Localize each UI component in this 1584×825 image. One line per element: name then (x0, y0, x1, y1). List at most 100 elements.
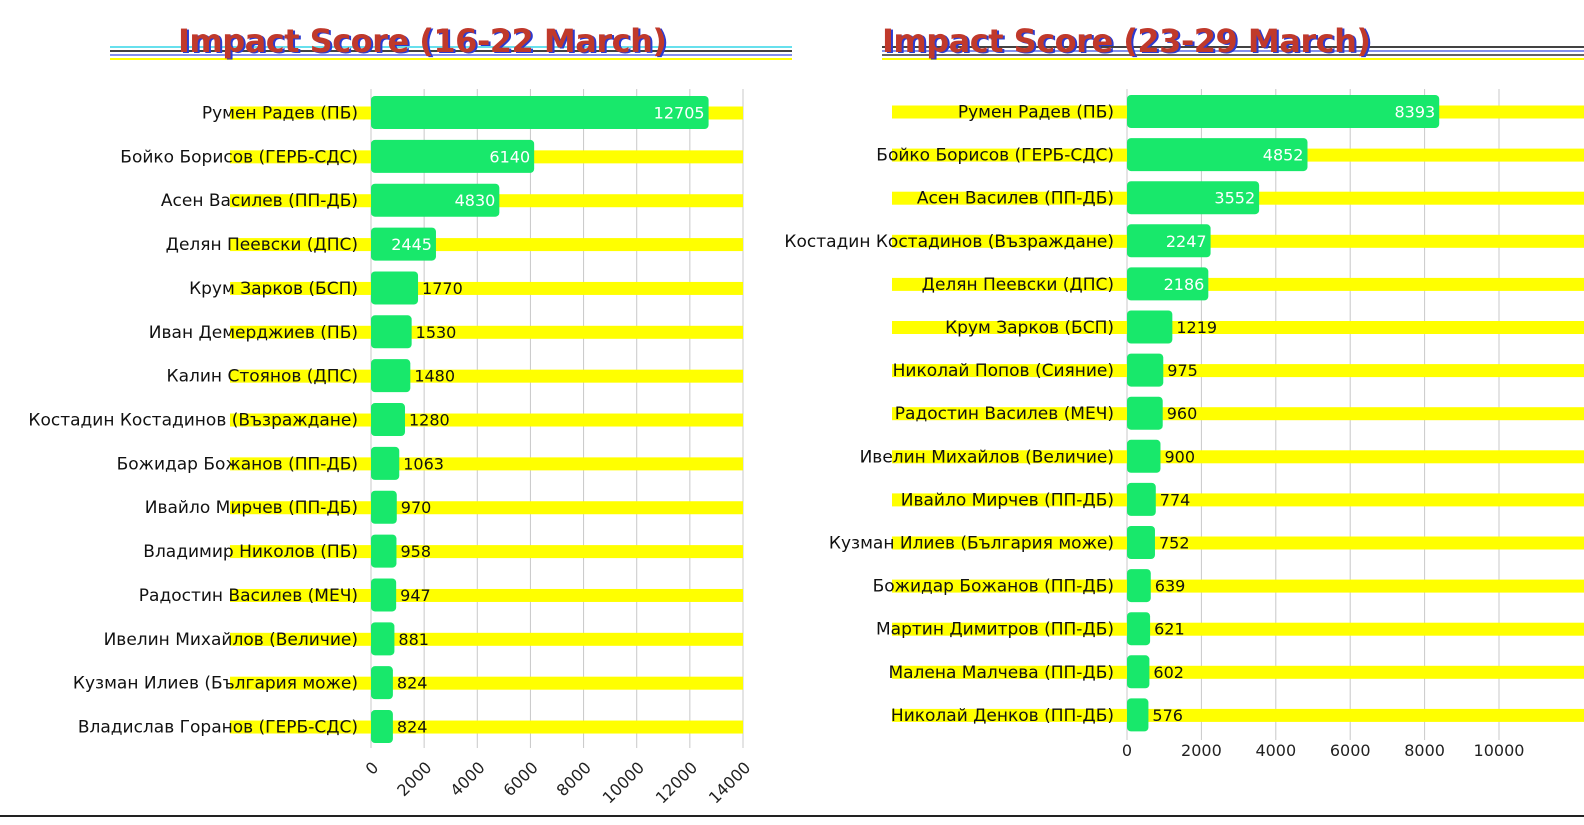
data-label: 774 (1160, 490, 1191, 509)
bar (371, 315, 412, 349)
data-label: 900 (1164, 447, 1195, 466)
category-label: Делян Пеевски (ДПС) (166, 235, 358, 255)
data-label: 958 (400, 542, 431, 561)
data-label: 621 (1154, 620, 1185, 639)
x-tick-label: 14000 (705, 758, 754, 807)
category-label: Божидар Божанов (ПП-ДБ) (117, 454, 358, 474)
data-label: 4830 (455, 191, 496, 210)
bar (1127, 353, 1164, 387)
bar (371, 271, 419, 305)
category-label: Делян Пеевски (ДПС) (922, 275, 1114, 295)
data-label: 8393 (1395, 103, 1436, 122)
x-tick-label: 6000 (500, 758, 542, 800)
category-label: Бойко Борисов (ГЕРБ-СДС) (876, 146, 1114, 166)
data-label: 602 (1153, 663, 1184, 682)
category-label: Крум Зарков (БСП) (189, 279, 358, 299)
bar (1127, 655, 1150, 689)
category-label: Ивелин Михайлов (Величие) (104, 630, 358, 650)
x-tick-label: 10000 (1474, 741, 1525, 760)
data-label: 12705 (654, 104, 705, 123)
data-label: 2186 (1164, 275, 1205, 294)
category-label: Асен Василев (ПП-ДБ) (917, 189, 1114, 209)
category-label: Костадин Костадинов (Възраждане) (784, 232, 1114, 252)
category-label: Мартин Димитров (ПП-ДБ) (876, 620, 1114, 640)
data-label: 576 (1152, 706, 1183, 725)
x-tick-label: 4000 (1255, 741, 1296, 760)
category-label: Кузман Илиев (България може) (73, 674, 358, 694)
bar (1127, 310, 1173, 344)
data-label: 1280 (409, 411, 450, 430)
x-tick-label: 0 (1122, 741, 1132, 760)
bar (1127, 396, 1163, 430)
bar (371, 622, 395, 656)
x-tick-label: 6000 (1330, 741, 1371, 760)
data-label: 752 (1159, 534, 1190, 553)
data-label: 1219 (1176, 318, 1217, 337)
data-label: 1063 (403, 454, 444, 473)
x-tick-label: 0 (362, 758, 383, 779)
category-label: Крум Зарков (БСП) (945, 318, 1114, 338)
bar (371, 446, 400, 480)
category-label: Костадин Костадинов (Възраждане) (28, 411, 358, 431)
chart-panel-week-1: Impact Score (16-22 March) Румен Радев (… (0, 0, 792, 825)
x-tick-label: 12000 (652, 758, 701, 807)
data-label: 2445 (391, 235, 432, 254)
data-label: 975 (1167, 361, 1198, 380)
bar (371, 403, 406, 437)
data-label: 639 (1155, 577, 1186, 596)
category-label: Николай Попов (Сияние) (893, 361, 1114, 381)
category-label: Асен Василев (ПП-ДБ) (161, 191, 358, 211)
category-label: Владимир Николов (ПБ) (143, 542, 358, 562)
bar (1127, 526, 1155, 559)
bar (371, 534, 397, 568)
data-label: 824 (397, 674, 428, 693)
x-tick-label: 8000 (1404, 741, 1445, 760)
bar (1127, 95, 1440, 128)
category-label: Владислав Горанов (ГЕРБ-СДС) (78, 718, 358, 738)
category-label: Николай Денков (ПП-ДБ) (891, 706, 1114, 726)
bar-chart-week-1: Румен Радев (ПБ) 12705 Бойко Борисов (ГЕРБ… (28, 89, 754, 807)
x-tick-label: 8000 (553, 758, 595, 800)
bar (1127, 698, 1149, 732)
data-label: 1480 (414, 367, 455, 386)
x-tick-label: 2000 (1181, 741, 1222, 760)
data-label: 881 (398, 630, 429, 649)
category-label: Ивайло Мирчев (ПП-ДБ) (145, 498, 358, 518)
chart-panel-week-2: Impact Score (23-29 March) Румен Радев (… (784, 0, 1584, 825)
category-label: Ивелин Михайлов (Величие) (860, 447, 1114, 467)
data-label: 4852 (1263, 146, 1304, 165)
category-label: Радостин Василев (МЕЧ) (139, 586, 358, 606)
data-label: 3552 (1214, 189, 1255, 208)
data-label: 6140 (489, 147, 530, 166)
x-tick-label: 2000 (393, 758, 435, 800)
data-label: 947 (400, 586, 431, 605)
category-label: Малена Малчева (ПП-ДБ) (888, 663, 1114, 683)
bar (371, 710, 393, 744)
x-tick-label: 10000 (599, 758, 648, 807)
category-label: Бойко Борисов (ГЕРБ-СДС) (120, 147, 358, 167)
category-label: Иван Демерджиев (ПБ) (149, 323, 358, 343)
category-label: Калин Стоянов (ДПС) (167, 367, 358, 387)
category-label: Румен Радев (ПБ) (958, 103, 1114, 123)
bar (371, 490, 397, 524)
bar (371, 666, 393, 700)
x-tick-label: 4000 (446, 758, 488, 800)
bar-chart-week-2: Румен Радев (ПБ) 8393 Бойко Борисов (ГЕРБ-… (784, 89, 1584, 760)
bottom-divider (0, 815, 1584, 817)
bar (1127, 439, 1161, 473)
category-label: Радостин Василев (МЕЧ) (895, 404, 1114, 424)
bar (371, 359, 411, 393)
data-label: 1530 (416, 323, 457, 342)
data-label: 960 (1167, 404, 1198, 423)
category-label: Божидар Божанов (ПП-ДБ) (873, 577, 1114, 597)
data-label: 970 (401, 498, 432, 517)
data-label: 824 (397, 718, 428, 737)
category-label: Ивайло Мирчев (ПП-ДБ) (901, 490, 1114, 510)
data-label: 1770 (422, 279, 463, 298)
bar (1127, 569, 1151, 603)
data-label: 2247 (1166, 232, 1207, 251)
category-label: Кузман Илиев (България може) (829, 534, 1114, 554)
bar (1127, 482, 1156, 516)
bar (371, 578, 397, 612)
bar (1127, 612, 1151, 646)
